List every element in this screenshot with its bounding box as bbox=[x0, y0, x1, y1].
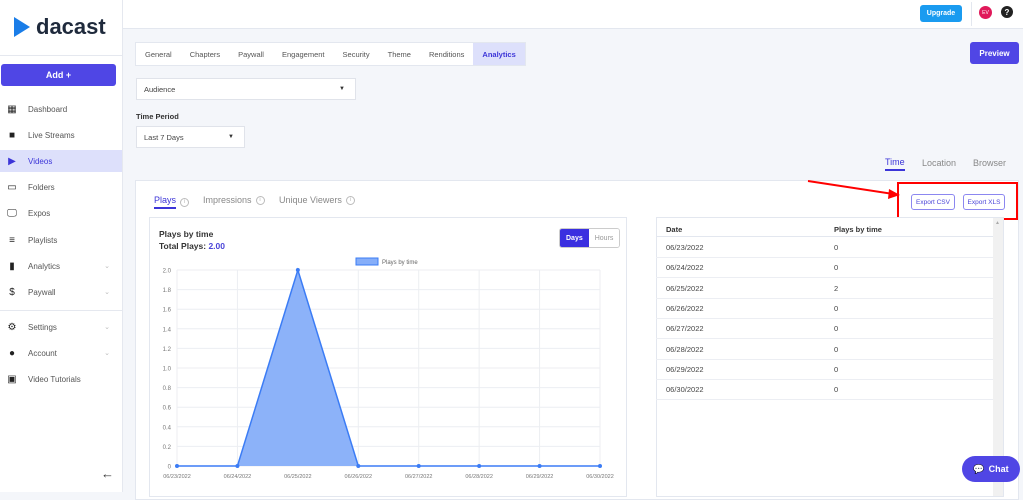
y-tick-label: 0.2 bbox=[163, 445, 172, 451]
x-tick-label: 06/30/2022 bbox=[586, 474, 614, 480]
chat-bubble-icon: 💬 bbox=[973, 463, 985, 474]
table-row: 06/25/2022 2 bbox=[656, 279, 993, 299]
x-tick-label: 06/24/2022 bbox=[224, 474, 252, 480]
y-tick-label: 1.2 bbox=[163, 347, 172, 353]
data-point bbox=[477, 464, 482, 468]
cell-date: 06/27/2022 bbox=[666, 324, 704, 334]
table-row: 06/28/2022 0 bbox=[656, 340, 993, 360]
cell-date: 06/28/2022 bbox=[666, 344, 704, 354]
y-tick-label: 1.4 bbox=[163, 327, 172, 333]
cell-plays: 0 bbox=[834, 263, 839, 273]
column-date: Date bbox=[666, 225, 683, 234]
x-tick-label: 06/23/2022 bbox=[163, 474, 191, 480]
cell-plays: 0 bbox=[834, 243, 839, 252]
x-tick-label: 06/26/2022 bbox=[345, 474, 373, 480]
cell-date: 06/23/2022 bbox=[666, 243, 704, 252]
table-header: Date Plays by time bbox=[656, 221, 993, 237]
chat-label: Chat bbox=[988, 464, 1009, 474]
cell-plays: 0 bbox=[834, 385, 839, 395]
x-tick-label: 06/27/2022 bbox=[405, 474, 433, 480]
data-point bbox=[356, 464, 361, 468]
legend-swatch bbox=[355, 257, 379, 266]
cell-date: 06/26/2022 bbox=[666, 303, 704, 313]
x-tick-label: 06/29/2022 bbox=[526, 474, 554, 480]
table-row: 06/23/2022 0 bbox=[656, 238, 993, 258]
y-tick-label: 0.4 bbox=[163, 425, 172, 431]
cell-date: 06/25/2022 bbox=[666, 283, 704, 293]
data-point bbox=[235, 464, 240, 468]
legend-label: Plays by time bbox=[382, 260, 418, 266]
y-tick-label: 2.0 bbox=[163, 269, 172, 275]
y-tick-label: 0.6 bbox=[163, 406, 172, 412]
cell-plays: 0 bbox=[834, 324, 839, 334]
table-row: 06/24/2022 0 bbox=[656, 258, 993, 279]
table-row: 06/29/2022 0 bbox=[656, 360, 993, 380]
column-plays: Plays by time bbox=[834, 225, 882, 234]
table-row: 06/27/2022 0 bbox=[656, 319, 993, 340]
cell-plays: 0 bbox=[834, 364, 839, 374]
y-tick-label: 1.0 bbox=[163, 367, 172, 373]
data-point bbox=[295, 268, 300, 272]
data-point bbox=[175, 464, 179, 468]
chat-button[interactable]: 💬 Chat bbox=[962, 456, 1020, 482]
y-tick-label: 0.8 bbox=[163, 386, 172, 392]
cell-date: 06/29/2022 bbox=[666, 364, 704, 374]
y-tick-label: 1.6 bbox=[163, 308, 172, 314]
cell-plays: 0 bbox=[834, 303, 839, 313]
data-point bbox=[598, 464, 602, 468]
data-point bbox=[416, 464, 421, 468]
x-tick-label: 06/25/2022 bbox=[284, 474, 312, 480]
cell-plays: 0 bbox=[834, 344, 839, 354]
table-row: 06/30/2022 0 bbox=[656, 380, 993, 401]
table-scrollbar[interactable] bbox=[993, 218, 1003, 496]
cell-date: 06/30/2022 bbox=[666, 385, 704, 395]
x-tick-label: 06/28/2022 bbox=[465, 474, 493, 480]
y-tick-label: 0 bbox=[168, 465, 172, 471]
y-tick-label: 1.8 bbox=[163, 288, 172, 294]
data-point bbox=[537, 464, 542, 468]
table-row: 06/26/2022 0 bbox=[656, 299, 993, 319]
cell-plays: 2 bbox=[834, 283, 839, 293]
cell-date: 06/24/2022 bbox=[666, 263, 704, 273]
